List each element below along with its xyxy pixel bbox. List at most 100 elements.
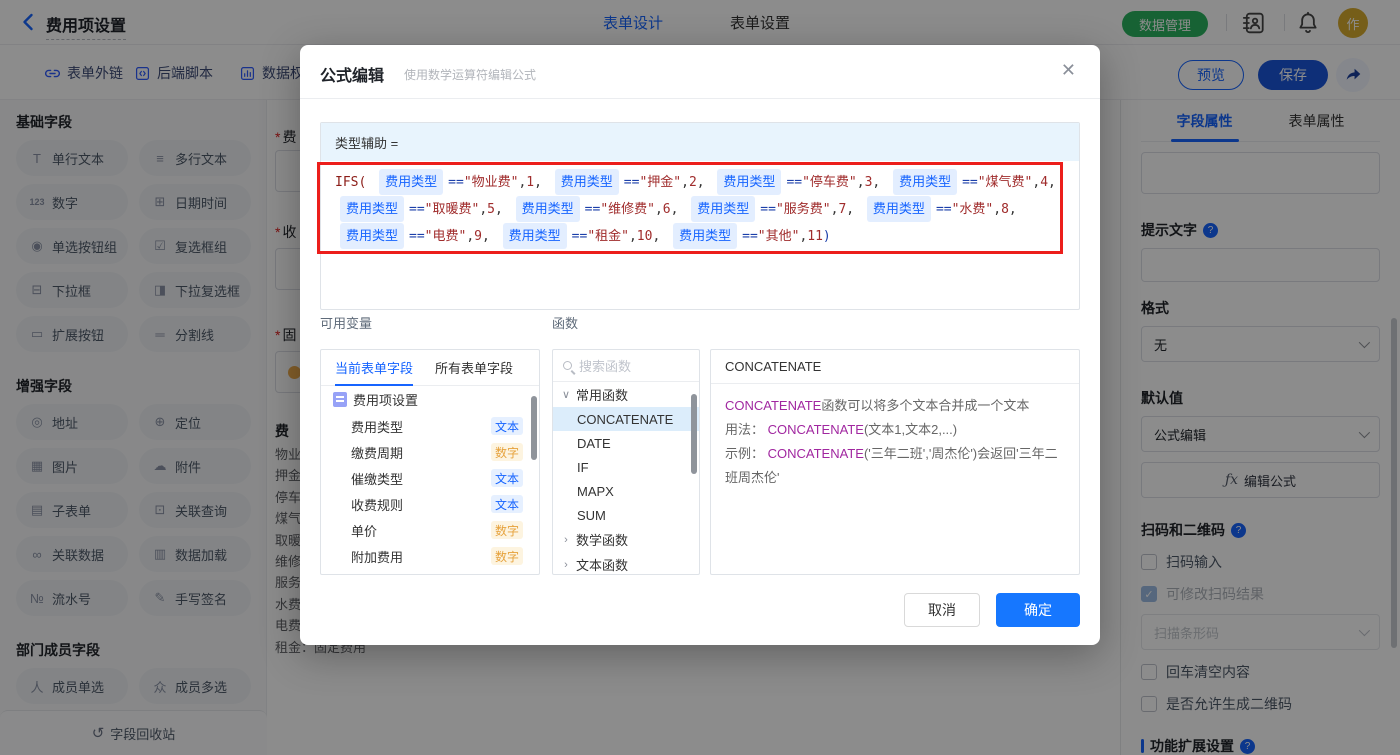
function-group-common[interactable]: ∨ 常用函数	[553, 382, 699, 407]
formula-field-chip[interactable]: 费用类型	[555, 169, 619, 195]
variables-root-label: 费用项设置	[353, 390, 418, 409]
formula-target: 类型辅助 =	[321, 123, 1079, 161]
variables-panel: 当前表单字段 所有表单字段 费用项设置 费用类型文本缴费周期数字催缴类型文本收费…	[320, 349, 540, 575]
function-search[interactable]: 搜索函数	[553, 350, 699, 382]
formula-field-chip[interactable]: 费用类型	[893, 169, 957, 195]
formula-field-chip[interactable]: 费用类型	[717, 169, 781, 195]
formula-string: "押金"	[639, 175, 681, 190]
formula-number: 11	[807, 229, 823, 244]
function-item-SUM[interactable]: SUM	[553, 503, 699, 527]
formula-close-paren: )	[823, 229, 831, 244]
variable-row-收费规则[interactable]: 收费规则 文本	[321, 491, 539, 517]
formula-comma: ,	[655, 202, 663, 217]
variables-root-node[interactable]: 费用项设置	[321, 386, 539, 413]
formula-string: "租金"	[587, 229, 629, 244]
variable-row-缴费周期[interactable]: 缴费周期数字	[321, 439, 539, 465]
variable-type-badge: 文本	[491, 469, 523, 487]
function-item-DATE[interactable]: DATE	[553, 431, 699, 455]
formula-number: 6	[663, 202, 671, 217]
formula-comma: ,	[681, 175, 689, 190]
formula-field-chip[interactable]: 费用类型	[340, 196, 404, 222]
function-detail-body: CONCATENATE函数可以将多个文本合并成一个文本用法： CONCATENA…	[711, 384, 1079, 500]
variable-name: 缴费周期	[351, 443, 403, 462]
function-group-label: 常用函数	[576, 385, 628, 404]
variable-row-费用类型[interactable]: 费用类型文本	[321, 413, 539, 439]
modal-header: 公式编辑 使用数学运算符编辑公式 ✕	[300, 45, 1100, 99]
formula-comma: ,	[629, 229, 637, 244]
variable-name: 收费规则	[351, 495, 403, 514]
function-detail-title: CONCATENATE	[711, 350, 1079, 384]
formula-keyword: IFS(	[335, 175, 374, 190]
doc-text: 函数可以将多个文本合并成一个文本	[821, 398, 1029, 413]
formula-comma: ,	[993, 202, 1001, 217]
formula-number: 9	[474, 229, 482, 244]
function-detail-panel: CONCATENATE CONCATENATE函数可以将多个文本合并成一个文本用…	[710, 349, 1080, 575]
formula-operator: ==	[962, 175, 978, 190]
formula-field-chip[interactable]: 费用类型	[867, 196, 931, 222]
function-group-文本函数[interactable]: ›文本函数	[553, 552, 699, 575]
formula-editor-modal: 公式编辑 使用数学运算符编辑公式 ✕ 类型辅助 = IFS( 费用类型=="物业…	[300, 45, 1100, 645]
variable-name: 催缴类型	[351, 469, 403, 488]
modal-subtitle: 使用数学运算符编辑公式	[404, 66, 536, 83]
formula-operator: ==	[448, 175, 464, 190]
formula-operator: ==	[760, 202, 776, 217]
formula-string: "电费"	[425, 229, 467, 244]
formula-expression[interactable]: IFS( 费用类型=="物业费",1, 费用类型=="押金",2, 费用类型==…	[321, 161, 1079, 258]
function-item-MAPX[interactable]: MAPX	[553, 479, 699, 503]
variable-type-badge: 文本	[491, 495, 523, 513]
formula-field-chip[interactable]: 费用类型	[379, 169, 443, 195]
cancel-button[interactable]: 取消	[904, 593, 980, 627]
formula-comma: ,	[697, 175, 713, 190]
functions-scrollbar[interactable]	[691, 394, 697, 474]
formula-string: "煤气费"	[978, 175, 1033, 190]
variables-label: 可用变量	[320, 313, 372, 332]
caret-down-icon: ∨	[561, 388, 571, 401]
doc-text: (文本1,文本2,...)	[864, 422, 957, 437]
formula-field-chip[interactable]: 费用类型	[673, 223, 737, 249]
formula-comma: ,	[671, 202, 687, 217]
search-icon	[563, 361, 572, 370]
caret-right-icon: ›	[561, 534, 571, 546]
function-group-数学函数[interactable]: › 数学函数	[553, 527, 699, 552]
formula-string: "维修费"	[600, 202, 655, 217]
formula-number: 8	[1001, 202, 1009, 217]
variable-row-单价[interactable]: 单价数字	[321, 517, 539, 543]
variable-row-附加费用[interactable]: 附加费用数字	[321, 543, 539, 569]
formula-operator: ==	[936, 202, 952, 217]
function-item-CONCATENATE[interactable]: CONCATENATE	[553, 407, 699, 431]
function-doc-line: 示例： CONCATENATE('三年二班','周杰伦')会返回'三年二班周杰伦…	[725, 442, 1065, 490]
doc-text: 示例：	[725, 446, 768, 461]
formula-operator: ==	[572, 229, 588, 244]
formula-operator: ==	[624, 175, 640, 190]
function-search-placeholder: 搜索函数	[579, 356, 631, 375]
formula-field-chip[interactable]: 费用类型	[691, 196, 755, 222]
formula-operator: ==	[742, 229, 758, 244]
tab-current-form-fields[interactable]: 当前表单字段	[335, 350, 413, 386]
function-group-label: 数学函数	[576, 530, 628, 549]
variable-name: 费用类型	[351, 417, 403, 436]
formula-operator: ==	[409, 202, 425, 217]
formula-field-chip[interactable]: 费用类型	[516, 196, 580, 222]
formula-number: 10	[637, 229, 653, 244]
modal-title: 公式编辑	[320, 62, 384, 86]
formula-comma: ,	[466, 229, 474, 244]
function-name: CONCATENATE	[768, 446, 864, 461]
variable-row-催缴类型[interactable]: 催缴类型 文本	[321, 465, 539, 491]
form-doc-icon	[333, 392, 347, 407]
formula-comma: ,	[1048, 175, 1056, 190]
formula-string: "其他"	[758, 229, 800, 244]
tab-all-form-fields[interactable]: 所有表单字段	[435, 350, 513, 386]
formula-operator: ==	[409, 229, 425, 244]
formula-field-chip[interactable]: 费用类型	[340, 223, 404, 249]
close-icon[interactable]: ✕	[1061, 61, 1076, 79]
confirm-button[interactable]: 确定	[996, 593, 1080, 627]
functions-label: 函数	[552, 313, 578, 332]
formula-number: 2	[689, 175, 697, 190]
variables-scrollbar[interactable]	[531, 396, 537, 460]
function-name: CONCATENATE	[725, 398, 821, 413]
formula-field-chip[interactable]: 费用类型	[503, 223, 567, 249]
formula-comma: ,	[872, 175, 888, 190]
caret-right-icon: ›	[561, 559, 571, 571]
formula-string: "停车费"	[802, 175, 857, 190]
function-item-IF[interactable]: IF	[553, 455, 699, 479]
